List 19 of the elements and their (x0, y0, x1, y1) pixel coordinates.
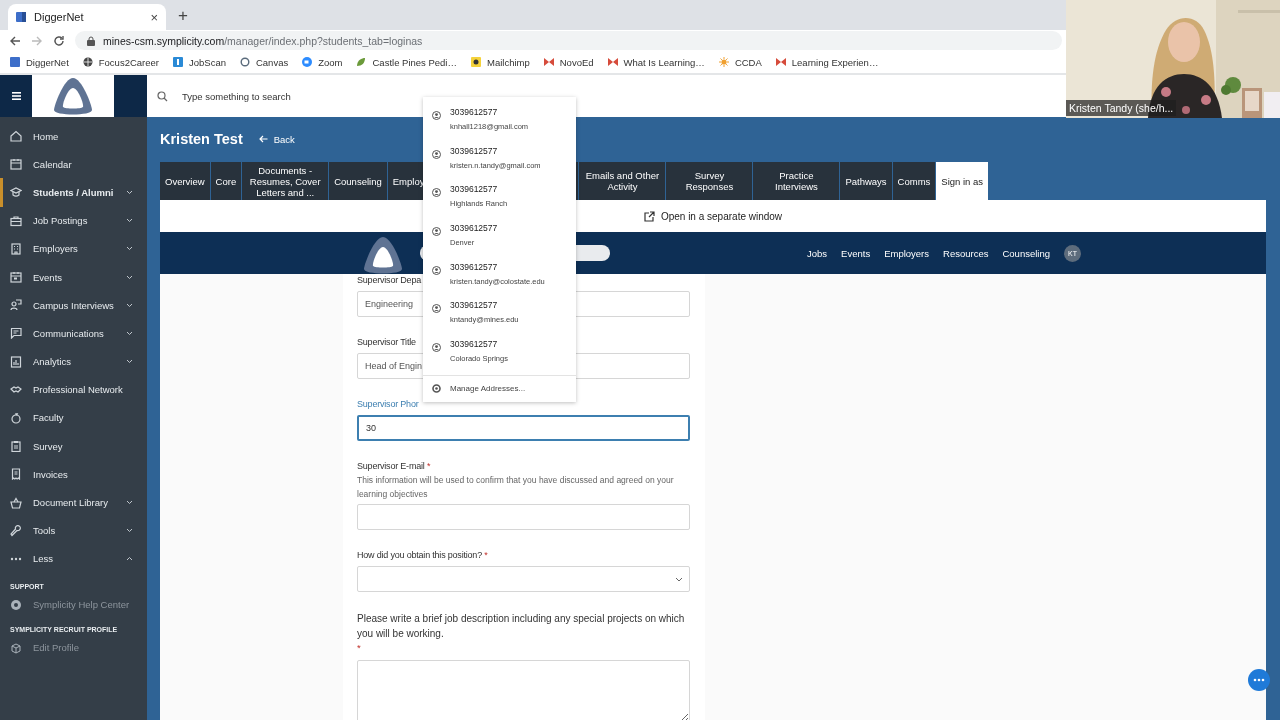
field-label: Supervisor Depa (357, 274, 422, 286)
field-label: Please write a brief job description including any special projects on which you will be working. (357, 612, 686, 641)
suggestion-phone: 3039612577 (450, 223, 498, 235)
suggestion-phone: 3039612577 (450, 107, 499, 118)
suggestion-phone: 3039612577 (450, 184, 499, 196)
suggestion-phone: 3039612577 (450, 145, 499, 157)
page-title: Kristen Test (160, 131, 243, 147)
field-label: Supervisor Title (357, 336, 416, 348)
field-label: Supervisor Phor (357, 398, 419, 410)
suggestion-phone: 3039612577 (450, 339, 499, 351)
participant-name: Kristen Tandy (she/h... (1066, 100, 1177, 116)
suggestion-phone: 3039612577 (450, 261, 499, 273)
required-mark: * (357, 641, 361, 654)
url-text: mines-csm.symplicity.com/manager/index.php?students_tab=loginas (103, 34, 423, 47)
help-text: This information will be used to confirm that you have discussed and agreed on your learning objectives (357, 474, 675, 501)
field-label: How did you obtain this position? * (357, 549, 488, 561)
tab-title: DiggerNet (34, 11, 85, 23)
suggestion-phone: 3039612577 (450, 300, 499, 312)
field-label: Supervisor E-mail * (357, 460, 431, 472)
